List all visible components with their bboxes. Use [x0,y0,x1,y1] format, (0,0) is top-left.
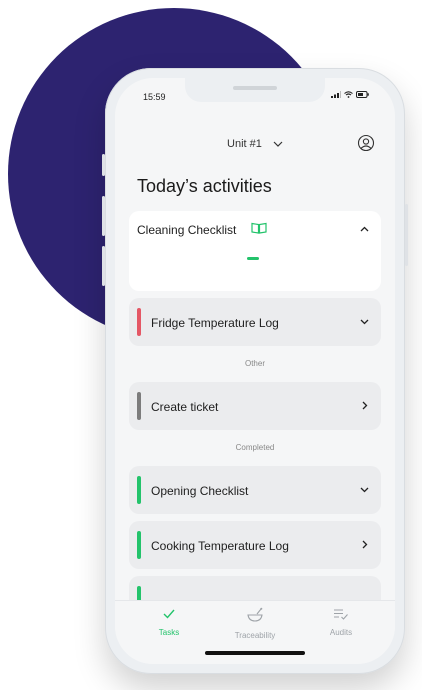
volume-down-button [102,246,105,286]
tab-audits[interactable]: Audits [301,607,381,637]
fridge-temperature-log-label: Fridge Temperature Log [151,316,279,330]
mute-switch [102,154,105,176]
checklist-icon [334,609,348,620]
battery-icon [356,91,369,98]
create-ticket-label: Create ticket [151,400,219,414]
signal-icon [331,91,341,98]
wifi-icon [344,91,353,98]
app-screen: 15:59 Unit #1 Today’s activities Cleanin… [115,78,395,664]
status-accent-bar [137,392,141,420]
phone-frame: 15:59 Unit #1 Today’s activities Cleanin… [102,68,408,674]
home-indicator [205,651,305,655]
opening-checklist-card[interactable]: Opening Checklist [129,466,381,514]
unit-label: Unit #1 [227,138,262,151]
volume-up-button [102,196,105,236]
unit-selector[interactable]: Unit #1 [115,138,395,150]
chevron-down-icon [360,487,369,493]
fridge-temperature-log-card[interactable]: Fridge Temperature Log [129,298,381,346]
opening-checklist-label: Opening Checklist [151,484,249,498]
cooking-temperature-log-card[interactable]: Cooking Temperature Log [129,521,381,569]
create-ticket-card[interactable]: Create ticket [129,382,381,430]
status-time: 15:59 [143,92,166,102]
chevron-up-icon[interactable] [360,226,369,232]
chevron-right-icon [362,540,368,549]
status-accent-bar [137,476,141,504]
loading-indicator [247,257,259,260]
chevron-right-icon [362,401,368,410]
tab-traceability-label: Traceability [234,631,276,640]
book-icon [251,222,267,234]
section-label-other: Other [244,359,265,368]
notch [185,78,325,102]
chevron-down-icon [360,319,369,325]
checkmark-icon [163,609,175,619]
cleaning-checklist-label: Cleaning Checklist [137,223,237,237]
power-button [405,204,408,266]
status-icons [331,91,369,98]
tab-tasks-label: Tasks [158,628,180,637]
bowl-icon [247,607,263,622]
page-title: Today’s activities [137,176,272,196]
tab-tasks[interactable]: Tasks [129,607,209,637]
cooking-temperature-log-label: Cooking Temperature Log [151,539,289,553]
status-accent-bar [137,531,141,559]
chevron-down-icon [273,141,283,147]
profile-icon[interactable] [357,134,375,152]
tab-audits-label: Audits [329,628,353,637]
section-label-completed: Completed [235,443,275,452]
tab-traceability[interactable]: Traceability [215,607,295,640]
status-accent-bar [137,308,141,336]
cleaning-checklist-card[interactable]: Cleaning Checklist [129,211,381,291]
